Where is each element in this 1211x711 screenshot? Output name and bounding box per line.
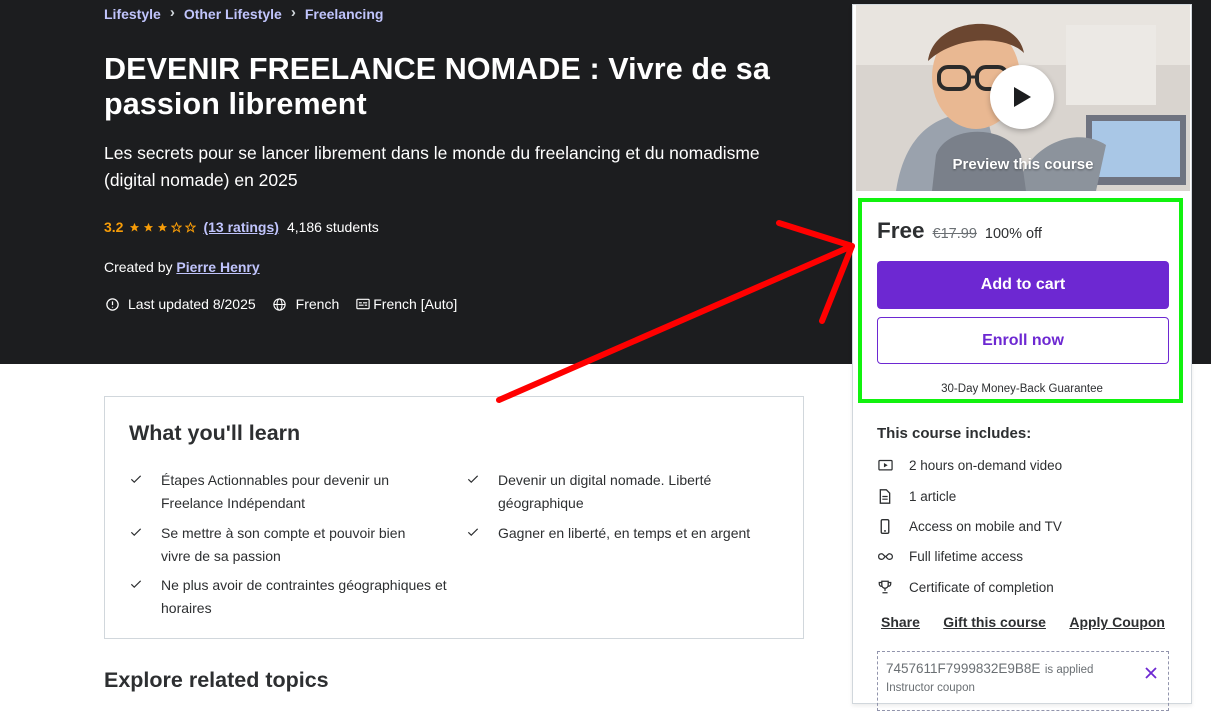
close-icon[interactable] — [1144, 666, 1158, 680]
ratings-count-link[interactable]: (13 ratings) — [203, 219, 278, 235]
check-icon — [130, 528, 142, 537]
star-outline-icon — [185, 221, 197, 233]
learn-item: Devenir un digital nomade. Liberté géogr… — [466, 469, 756, 514]
learn-item: Se mettre à son compte et pouvoir bien v… — [129, 522, 419, 567]
learn-item: Étapes Actionnables pour devenir un Free… — [129, 469, 419, 514]
star-icon — [130, 222, 140, 232]
video-icon — [877, 457, 893, 473]
coupon-applied-text: is applied — [1044, 664, 1094, 676]
enroll-now-button[interactable]: Enroll now — [877, 317, 1169, 364]
coupon-code: 7457611F7999832E9B8E — [886, 661, 1041, 676]
last-updated: Last updated 8/2025 — [104, 296, 256, 312]
mobile-icon — [877, 518, 893, 534]
share-link[interactable]: Share — [881, 614, 920, 630]
star-outline-icon — [171, 221, 183, 233]
check-icon — [467, 528, 479, 537]
created-by-label: Created by — [104, 259, 173, 275]
learn-item-text: Ne plus avoir de contraintes géographiqu… — [161, 577, 447, 616]
original-price: €17.99 — [932, 226, 977, 242]
includes-title: This course includes: — [877, 425, 1032, 442]
card-actions: Share Gift this course Apply Coupon — [881, 614, 1165, 630]
language: French — [272, 296, 340, 312]
applied-coupon: 7457611F7999832E9B8E is applied Instruct… — [877, 651, 1169, 711]
students-count: 4,186 students — [286, 219, 379, 235]
includes-item-text: 1 article — [909, 488, 957, 504]
apply-coupon-link[interactable]: Apply Coupon — [1069, 614, 1165, 630]
breadcrumb-freelancing[interactable]: Freelancing — [305, 6, 384, 22]
instructor-link[interactable]: Pierre Henry — [176, 259, 259, 275]
closed-captions-icon — [355, 296, 371, 312]
money-back-guarantee: 30-Day Money-Back Guarantee — [941, 383, 1103, 395]
includes-item: 1 article — [877, 488, 956, 504]
chevron-right-icon: › — [290, 4, 296, 21]
play-button[interactable] — [990, 65, 1054, 129]
captions-text: French [Auto] — [373, 296, 458, 312]
includes-item-text: Full lifetime access — [909, 548, 1024, 564]
learn-item-text: Gagner en liberté, en temps et en argent — [498, 525, 751, 541]
check-icon — [130, 475, 142, 484]
learn-item-text: Étapes Actionnables pour devenir un Free… — [161, 472, 390, 511]
play-icon — [1014, 87, 1031, 107]
includes-item: Access on mobile and TV — [877, 518, 1062, 534]
language-text: French — [295, 296, 340, 312]
related-topics-title: Explore related topics — [104, 668, 329, 692]
includes-item-text: Certificate of completion — [909, 579, 1054, 595]
article-icon — [877, 488, 893, 504]
learn-item: Gagner en liberté, en temps et en argent — [466, 522, 786, 545]
learn-item-text: Se mettre à son compte et pouvoir bien v… — [161, 525, 406, 564]
learn-item: Ne plus avoir de contraintes géographiqu… — [129, 574, 449, 619]
course-preview[interactable]: Preview this course — [856, 5, 1190, 191]
rating-row: 3.2 (13 ratings) 4,186 students — [104, 219, 379, 235]
breadcrumb: Lifestyle › Other Lifestyle › Freelancin… — [104, 4, 384, 22]
includes-item-text: Access on mobile and TV — [909, 518, 1062, 534]
price-row: Free €17.99 100% off — [877, 218, 1042, 244]
purchase-card: Preview this course Free €17.99 100% off… — [852, 4, 1192, 711]
learn-item-text: Devenir un digital nomade. Liberté géogr… — [498, 472, 712, 511]
check-icon — [467, 475, 479, 484]
includes-item: Certificate of completion — [877, 579, 1054, 595]
current-price: Free — [877, 218, 925, 243]
preview-label[interactable]: Preview this course — [856, 156, 1190, 173]
coupon-type: Instructor coupon — [886, 682, 975, 694]
star-icon — [158, 222, 168, 232]
includes-item: Full lifetime access — [877, 548, 1023, 564]
star-icon — [144, 222, 154, 232]
what-you-will-learn: What you'll learn Étapes Actionnables po… — [104, 396, 804, 639]
chevron-right-icon: › — [169, 4, 175, 21]
trophy-icon — [877, 579, 893, 595]
captions: French [Auto] — [355, 296, 457, 312]
gift-course-link[interactable]: Gift this course — [943, 614, 1046, 630]
course-subtitle: Les secrets pour se lancer librement dan… — [104, 143, 760, 190]
learn-title: What you'll learn — [129, 421, 301, 445]
created-by: Created by Pierre Henry — [104, 259, 260, 275]
infinity-icon — [877, 548, 893, 564]
globe-icon — [272, 296, 288, 312]
star-rating — [129, 221, 197, 233]
course-title: DEVENIR FREELANCE NOMADE : Vivre de sa p… — [104, 52, 770, 121]
check-icon — [130, 580, 142, 589]
rating-value: 3.2 — [104, 219, 124, 235]
discount-label: 100% off — [984, 226, 1042, 242]
breadcrumb-lifestyle[interactable]: Lifestyle — [104, 6, 161, 22]
add-to-cart-button[interactable]: Add to cart — [877, 261, 1169, 309]
includes-item: 2 hours on-demand video — [877, 457, 1062, 473]
includes-item-text: 2 hours on-demand video — [909, 457, 1063, 473]
alert-clock-icon — [104, 296, 120, 312]
course-meta: Last updated 8/2025 French French [Auto] — [104, 296, 473, 312]
breadcrumb-other-lifestyle[interactable]: Other Lifestyle — [184, 6, 282, 22]
last-updated-text: Last updated 8/2025 — [128, 296, 256, 312]
